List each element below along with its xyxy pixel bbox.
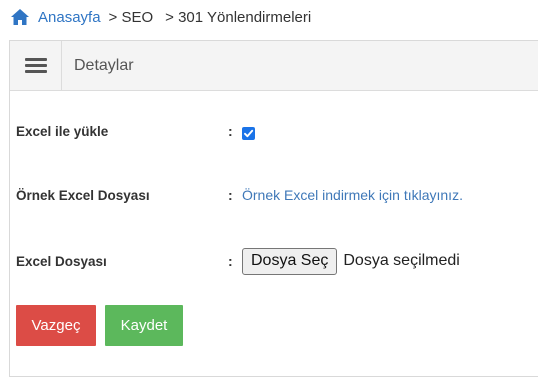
excel-file-label: Excel Dosyası — [16, 253, 107, 269]
checkmark-icon — [244, 129, 254, 138]
colon: : — [228, 187, 233, 203]
upload-excel-label: Excel ile yükle — [16, 123, 109, 139]
save-button[interactable]: Kaydet — [105, 305, 183, 346]
home-icon[interactable] — [10, 8, 30, 26]
panel-title: Detaylar — [74, 56, 134, 74]
sample-file-label: Örnek Excel Dosyası — [16, 187, 150, 203]
colon: : — [228, 253, 233, 269]
breadcrumb-item-redirects: > 301 Yönlendirmeleri — [165, 8, 312, 26]
choose-file-button[interactable]: Dosya Seç — [242, 247, 338, 275]
cancel-button[interactable]: Vazgeç — [16, 305, 96, 346]
file-status-text: Dosya seçilmedi — [343, 252, 460, 269]
details-panel: Detaylar Excel ile yükle : Örnek Excel D… — [9, 40, 538, 377]
panel-header: Detaylar — [10, 41, 538, 91]
form-row-upload-excel: Excel ile yükle : — [16, 119, 531, 143]
hamburger-menu-icon[interactable] — [10, 41, 62, 90]
sample-excel-download-link[interactable]: Örnek Excel indirmek için tıklayınız. — [242, 187, 463, 203]
colon: : — [228, 123, 233, 139]
breadcrumb: Anasayfa > SEO > 301 Yönlendirmeleri — [10, 6, 315, 28]
breadcrumb-home-link[interactable]: Anasayfa — [38, 9, 101, 26]
breadcrumb-item-seo[interactable]: > SEO — [109, 9, 154, 26]
form-row-sample-file: Örnek Excel Dosyası : Örnek Excel indirm… — [16, 183, 531, 207]
upload-excel-checkbox[interactable] — [242, 127, 255, 140]
form-row-excel-file: Excel Dosyası : Dosya Seç Dosya seçilmed… — [16, 247, 531, 275]
